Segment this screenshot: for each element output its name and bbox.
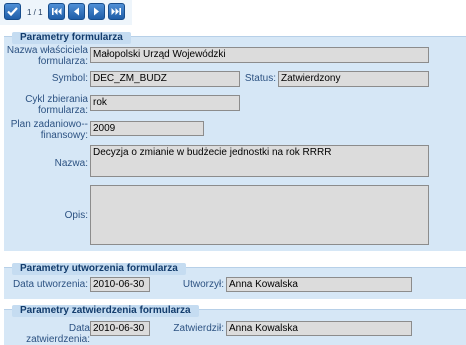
description-label: Opis:	[64, 210, 88, 221]
creation-params-panel: Parametry utworzenia formularza Data utw…	[4, 263, 466, 299]
first-page-button[interactable]	[48, 3, 65, 20]
symbol-label: Symbol:	[51, 73, 88, 84]
cycle-field[interactable]: rok	[90, 95, 240, 111]
status-label: Status:	[244, 73, 276, 84]
creator-label: Utworzył:	[182, 279, 224, 290]
approver-field[interactable]: Anna Kowalska	[226, 321, 412, 336]
prev-page-icon	[74, 7, 79, 16]
description-field[interactable]	[90, 185, 429, 245]
status-field[interactable]: Zatwierdzony	[278, 71, 429, 87]
prev-page-button[interactable]	[68, 3, 85, 20]
approval-date-field[interactable]: 2010-06-30	[90, 321, 150, 336]
cycle-label: Cykl zbierania formularza:	[25, 94, 88, 116]
creation-date-label: Data utworzenia:	[12, 279, 88, 290]
name-field[interactable]: Decyzja o zmianie w budżecie jednostki n…	[90, 145, 429, 177]
approver-label: Zatwierdził:	[173, 323, 224, 334]
form-params-legend: Parametry formularza	[12, 32, 131, 44]
creation-params-legend: Parametry utworzenia formularza	[12, 263, 186, 275]
check-icon	[7, 7, 18, 17]
form-params-panel: Parametry formularza Nazwa właściciela f…	[4, 32, 466, 251]
approval-params-legend: Parametry zatwierdzenia formularza	[12, 305, 199, 317]
last-page-button[interactable]	[108, 3, 125, 20]
creation-date-field[interactable]: 2010-06-30	[90, 277, 150, 292]
name-label: Nazwa:	[54, 158, 88, 169]
first-page-icon	[52, 8, 62, 15]
next-page-icon	[94, 7, 99, 16]
owner-field[interactable]: Małopolski Urząd Wojewódzki	[90, 47, 429, 63]
creator-field[interactable]: Anna Kowalska	[226, 277, 412, 292]
symbol-field[interactable]: DEC_ZM_BUDZ	[90, 71, 240, 87]
last-page-icon	[111, 8, 121, 15]
plan-field[interactable]: 2009	[90, 121, 204, 136]
owner-label: Nazwa właściciela formularza:	[6, 45, 88, 67]
next-page-button[interactable]	[88, 3, 105, 20]
check-button[interactable]	[4, 3, 21, 20]
plan-label: Plan zadaniowo--finansowy:	[10, 119, 88, 141]
approval-params-panel: Parametry zatwierdzenia formularza Data …	[4, 305, 466, 345]
pager-toolbar: 1 / 1	[0, 0, 132, 25]
page-indicator: 1 / 1	[27, 8, 43, 17]
approval-date-label: Data zatwierdzenia:	[26, 323, 90, 345]
